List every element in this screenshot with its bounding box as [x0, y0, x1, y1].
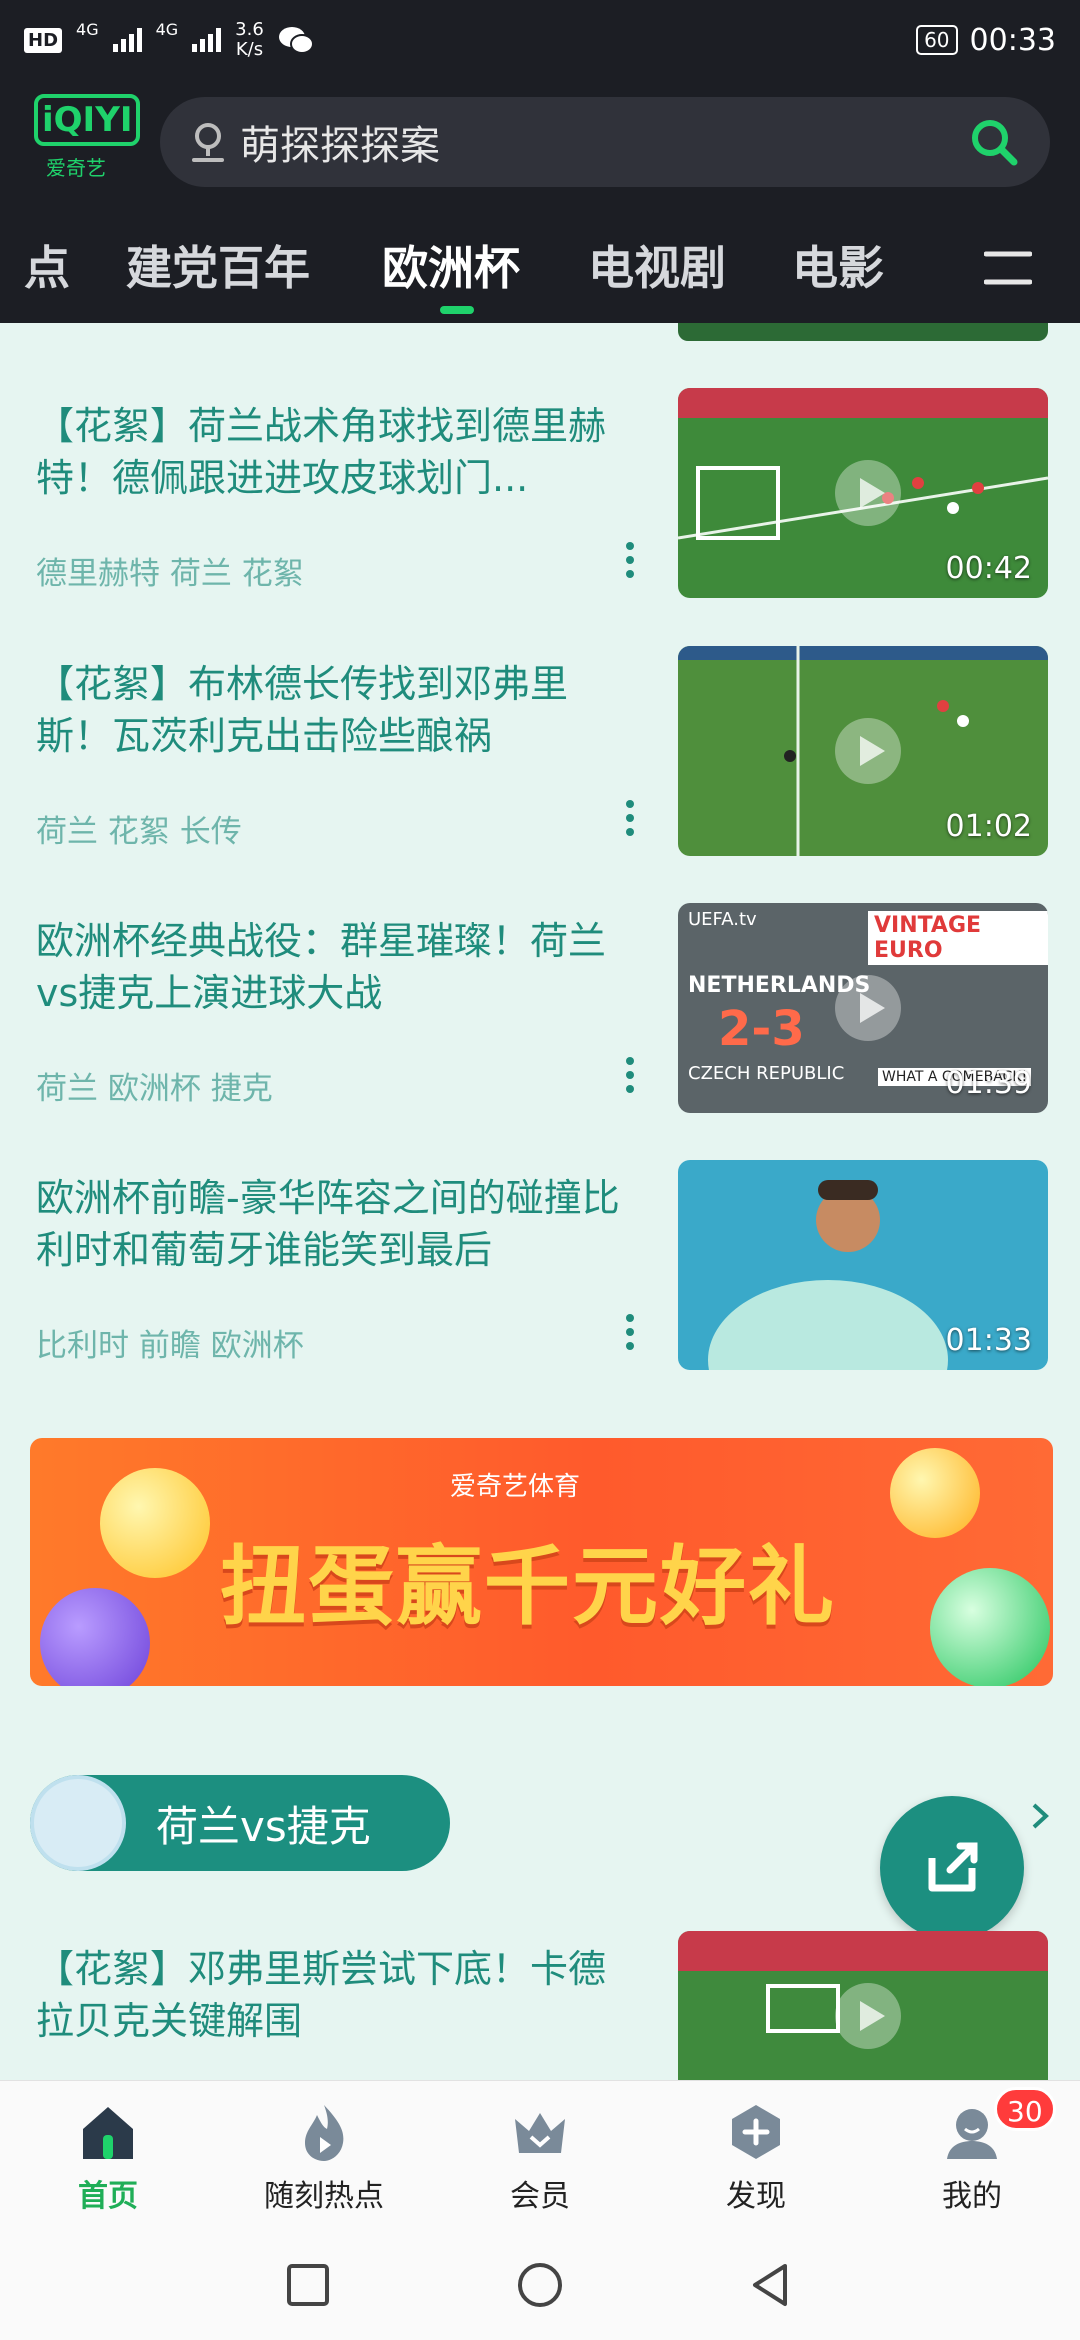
- logo-mark: iQIYI: [34, 94, 141, 146]
- video-tags: 德里赫特 荷兰 花絮: [36, 556, 304, 592]
- search-bar[interactable]: 萌探探探案: [160, 97, 1050, 187]
- video-title[interactable]: 【花絮】邓弗里斯尝试下底！卡德拉贝克关键解围: [36, 1943, 636, 2047]
- video-card[interactable]: 【花絮】布林德长传找到邓弗里斯！瓦茨利克出击险些酿祸 荷兰 花絮 长传 01:0…: [0, 646, 1080, 866]
- video-tags: 比利时 前瞻 欧洲杯: [36, 1328, 304, 1364]
- tab-movies[interactable]: 电影: [792, 232, 884, 298]
- active-tab-indicator: [440, 306, 474, 314]
- share-icon: [928, 1842, 978, 1892]
- play-icon[interactable]: [833, 716, 903, 786]
- capsule-ball-decoration: [930, 1568, 1050, 1686]
- chevron-right-icon[interactable]: [1030, 1801, 1050, 1831]
- nav-discover[interactable]: 发现: [648, 2101, 864, 2215]
- nav-label: 会员: [510, 2179, 570, 2214]
- video-title[interactable]: 欧洲杯经典战役：群星璀璨！荷兰vs捷克上演进球大战: [36, 915, 636, 1019]
- video-card[interactable]: 【花絮】邓弗里斯尝试下底！卡德拉贝克关键解围: [0, 1931, 1080, 2080]
- video-title[interactable]: 【花絮】布林德长传找到邓弗里斯！瓦茨利克出击险些酿祸: [36, 658, 636, 762]
- speed-value: 3.6: [235, 19, 264, 40]
- video-duration: 01:33: [945, 1323, 1032, 1358]
- nav-label: 发现: [726, 2179, 786, 2214]
- section-label: 荷兰vs捷克: [156, 1801, 371, 1851]
- nav-home[interactable]: 首页: [0, 2101, 216, 2215]
- video-thumbnail[interactable]: UEFA.tv VINTAGE EURO NETHERLANDS 2-3 CZE…: [678, 903, 1048, 1113]
- play-icon[interactable]: [833, 973, 903, 1043]
- tab-tv-series[interactable]: 电视剧: [588, 232, 726, 298]
- signal-icon: [112, 28, 142, 52]
- thumb-source-label: UEFA.tv: [688, 909, 757, 930]
- search-icon[interactable]: [966, 114, 1022, 170]
- back-icon[interactable]: [745, 2260, 795, 2310]
- video-duration: 01:02: [945, 809, 1032, 844]
- banner-brand: 爱奇艺体育: [450, 1472, 581, 1502]
- banner-slogan: 扭蛋赢千元好礼: [220, 1537, 836, 1637]
- capsule-ball-decoration: [890, 1448, 980, 1538]
- thumb-team-2: CZECH REPUBLIC: [688, 1063, 845, 1084]
- video-card[interactable]: 欧洲杯前瞻-豪华阵容之间的碰撞比利时和葡萄牙谁能笑到最后 比利时 前瞻 欧洲杯 …: [0, 1160, 1080, 1380]
- share-button[interactable]: [880, 1796, 1024, 1940]
- match-section-header[interactable]: 荷兰vs捷克: [30, 1775, 450, 1871]
- home-button-icon[interactable]: [515, 2260, 565, 2310]
- iqiyi-logo[interactable]: iQIYI 爱奇艺: [34, 94, 141, 190]
- video-card[interactable]: 【花絮】荷兰战术角球找到德里赫特！德佩跟进进攻皮球划门... 德里赫特 荷兰 花…: [0, 388, 1080, 608]
- network-speed: 3.6 K/s: [235, 20, 264, 60]
- thumb-badge: VINTAGE EURO: [868, 911, 1048, 965]
- search-query: 萌探探探案: [240, 123, 440, 169]
- more-options-icon[interactable]: [624, 1312, 636, 1352]
- speed-unit: K/s: [235, 39, 264, 60]
- video-thumbnail[interactable]: 01:33: [678, 1160, 1048, 1370]
- location-pin-icon: [192, 123, 224, 162]
- crown-icon: [515, 2113, 565, 2153]
- more-options-icon[interactable]: [624, 540, 636, 580]
- video-title[interactable]: 欧洲杯前瞻-豪华阵容之间的碰撞比利时和葡萄牙谁能笑到最后: [36, 1172, 636, 1276]
- more-options-icon[interactable]: [624, 1055, 636, 1095]
- tab-jiandang[interactable]: 建党百年: [126, 232, 310, 298]
- status-bar: HD 4G 4G 3.6 K/s 60 00:33: [0, 0, 1080, 80]
- network-label-2: 4G: [155, 20, 179, 39]
- hd-indicator: HD: [24, 27, 63, 53]
- video-feed[interactable]: 【花絮】荷兰战术角球找到德里赫特！德佩跟进进攻皮球划门... 德里赫特 荷兰 花…: [0, 323, 1080, 2080]
- trophy-icon: [30, 1775, 126, 1871]
- nav-label: 首页: [78, 2179, 138, 2214]
- recent-apps-icon[interactable]: [283, 2260, 333, 2310]
- battery-indicator: 60: [916, 25, 958, 55]
- video-thumbnail[interactable]: [678, 1931, 1048, 2080]
- play-icon[interactable]: [833, 1981, 903, 2051]
- promo-banner[interactable]: 爱奇艺体育 扭蛋赢千元好礼: [30, 1438, 1053, 1686]
- bottom-navigation: 首页 随刻热点 会员 发现 我的 30: [0, 2080, 1080, 2230]
- channel-menu-icon[interactable]: [984, 248, 1032, 288]
- video-tags: 荷兰 花絮 长传: [36, 814, 242, 850]
- video-title[interactable]: 【花絮】荷兰战术角球找到德里赫特！德佩跟进进攻皮球划门...: [36, 400, 636, 504]
- flame-icon: [305, 2105, 344, 2161]
- tab-euro-cup[interactable]: 欧洲杯: [382, 232, 520, 298]
- notification-badge: 30: [994, 2087, 1056, 2131]
- video-card[interactable]: 欧洲杯经典战役：群星璀璨！荷兰vs捷克上演进球大战 荷兰 欧洲杯 捷克 UEFA…: [0, 903, 1080, 1123]
- wechat-icon: [278, 27, 314, 54]
- play-icon[interactable]: [833, 458, 903, 528]
- nav-vip[interactable]: 会员: [432, 2101, 648, 2215]
- discover-icon: [732, 2105, 780, 2159]
- video-tags: 荷兰 欧洲杯 捷克: [36, 1071, 273, 1107]
- thumb-score: 2-3: [718, 1001, 805, 1057]
- home-icon: [83, 2107, 133, 2159]
- more-options-icon[interactable]: [624, 798, 636, 838]
- video-duration: 01:39: [945, 1066, 1032, 1101]
- nav-hot[interactable]: 随刻热点: [216, 2101, 432, 2215]
- nav-label: 我的: [942, 2179, 1002, 2214]
- video-duration: 00:42: [945, 551, 1032, 586]
- signal-icon-2: [192, 28, 222, 52]
- app-header: iQIYI 爱奇艺 萌探探探案 点 建党百年 欧洲杯 电视剧 电影: [0, 80, 1080, 323]
- channel-tabs: 点 建党百年 欧洲杯 电视剧 电影: [0, 218, 1080, 318]
- network-label-1: 4G: [76, 20, 99, 39]
- clock: 00:33: [969, 22, 1056, 58]
- video-thumbnail[interactable]: 00:42: [678, 388, 1048, 598]
- capsule-ball-decoration: [100, 1468, 210, 1578]
- video-thumbnail[interactable]: 01:02: [678, 646, 1048, 856]
- tab-dian[interactable]: 点: [24, 232, 70, 298]
- capsule-ball-decoration: [40, 1588, 150, 1686]
- previous-thumbnail[interactable]: [678, 323, 1048, 341]
- logo-subtitle: 爱奇艺: [46, 156, 106, 180]
- nav-label: 随刻热点: [264, 2179, 384, 2214]
- system-navigation-bar: [0, 2230, 1080, 2340]
